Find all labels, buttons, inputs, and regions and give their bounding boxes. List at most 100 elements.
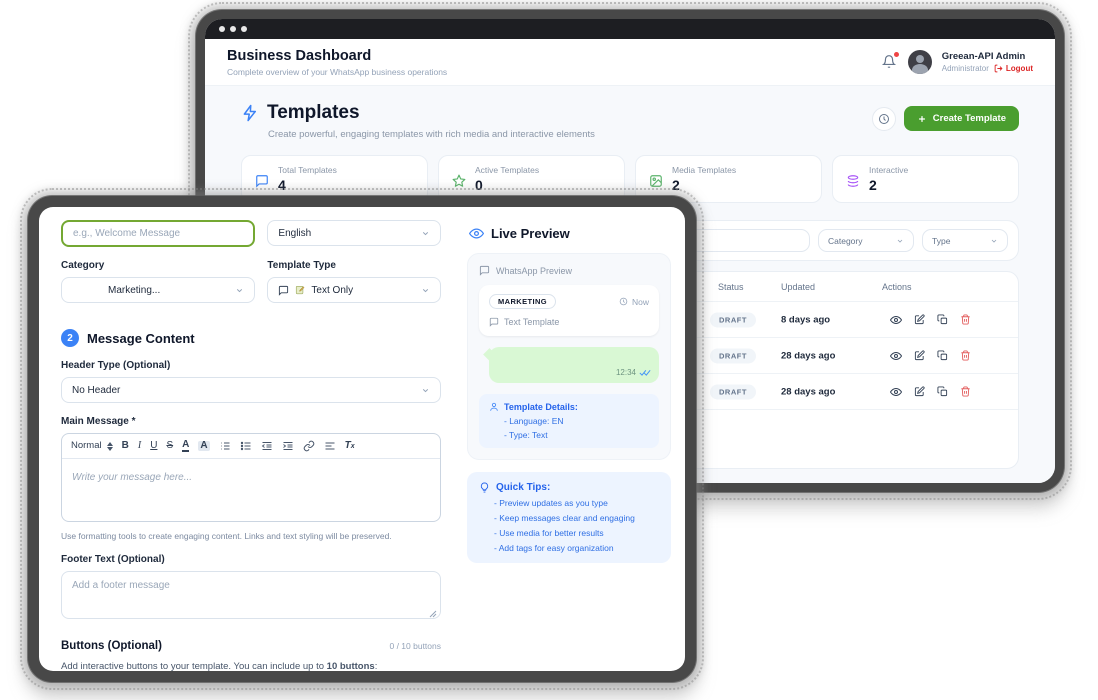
create-template-label: Create Template [933, 113, 1006, 124]
resize-grip-icon[interactable] [429, 610, 437, 618]
page-subtitle: Create powerful, engaging templates with… [268, 129, 595, 140]
chat-icon [479, 265, 490, 276]
quick-tips-card: Quick Tips: - Preview updates as you typ… [467, 472, 671, 563]
view-button[interactable] [890, 350, 902, 362]
template-details-card: Template Details: - Language: EN - Type:… [479, 394, 659, 448]
hint-bold: 10 buttons [327, 661, 375, 671]
footer-text-label: Footer Text (Optional) [61, 554, 441, 565]
format-select[interactable]: Normal [71, 441, 113, 451]
underline-button[interactable]: U [150, 441, 157, 451]
template-meta-card: MARKETING Now Text Template [479, 285, 659, 336]
bold-button[interactable]: B [122, 441, 129, 451]
window-control-dot[interactable] [241, 26, 247, 32]
copy-icon [937, 314, 948, 325]
window-control-dot[interactable] [219, 26, 225, 32]
whatsapp-preview-card: WhatsApp Preview MARKETING Now T [467, 253, 671, 460]
chat-icon [278, 285, 289, 296]
header-type-label: Header Type (Optional) [61, 360, 441, 371]
updated-cell: 8 days ago [781, 314, 830, 325]
delete-button[interactable] [959, 386, 971, 398]
link-button[interactable] [303, 440, 315, 452]
status-badge: DRAFT [710, 384, 756, 399]
window-titlebar [205, 19, 1055, 39]
tip-item: - Use media for better results [494, 528, 659, 538]
create-template-modal: English Category Marketing... Template T… [39, 207, 685, 671]
history-button[interactable] [872, 107, 896, 131]
copy-button[interactable] [936, 386, 948, 398]
message-placeholder: Write your message here... [72, 472, 192, 483]
format-value: Normal [71, 441, 102, 451]
type-filter-select[interactable]: Type [922, 229, 1008, 252]
text-color-button[interactable]: A [182, 440, 189, 452]
template-name-input[interactable] [61, 220, 255, 247]
eye-icon [890, 314, 902, 326]
clear-formatting-button[interactable]: Tx [345, 441, 355, 451]
language-select[interactable]: English [267, 220, 441, 246]
stat-label: Total Templates [278, 165, 337, 175]
col-header-status: Status [718, 282, 744, 292]
language-value: English [278, 228, 415, 239]
trash-icon [960, 350, 971, 361]
stat-label: Interactive [869, 165, 908, 175]
category-filter-select[interactable]: Category [818, 229, 914, 252]
highlight-button[interactable]: A [198, 441, 209, 451]
logout-button[interactable]: Logout [994, 64, 1033, 73]
detail-item: - Language: EN [504, 416, 649, 426]
page-title: Templates [267, 102, 360, 124]
updated-cell: 28 days ago [781, 350, 835, 361]
main-message-label: Main Message * [61, 416, 441, 427]
italic-button[interactable]: I [138, 441, 141, 451]
ordered-list-button[interactable] [219, 440, 231, 452]
copy-button[interactable] [936, 350, 948, 362]
delete-button[interactable] [959, 350, 971, 362]
quick-tips-title: Quick Tips: [496, 482, 550, 493]
rich-text-editor: Normal B I U S A A [61, 433, 441, 522]
footer-text-area[interactable] [61, 571, 441, 619]
detail-item: - Type: Text [504, 430, 649, 440]
lightning-icon [241, 104, 259, 122]
align-button[interactable] [324, 440, 336, 452]
chevron-down-icon [235, 286, 244, 295]
trash-icon [960, 386, 971, 397]
stat-label: Media Templates [672, 165, 736, 175]
copy-button[interactable] [936, 314, 948, 326]
category-select[interactable]: Marketing... [61, 277, 255, 303]
chevron-down-icon [896, 237, 904, 245]
category-value: Marketing... [72, 285, 229, 296]
view-button[interactable] [890, 386, 902, 398]
create-template-button[interactable]: Create Template [904, 106, 1019, 131]
edit-button[interactable] [913, 350, 925, 362]
chat-icon [255, 174, 269, 188]
stat-value: 4 [278, 177, 337, 193]
person-icon [489, 402, 499, 412]
edit-button[interactable] [913, 314, 925, 326]
stat-value: 2 [672, 177, 736, 193]
edit-icon [914, 314, 925, 325]
delete-button[interactable] [959, 314, 971, 326]
outdent-button[interactable] [261, 440, 273, 452]
header-type-select[interactable]: No Header [61, 377, 441, 403]
message-editor-body[interactable]: Write your message here... [62, 459, 440, 521]
user-role: Administrator [942, 64, 989, 73]
bullet-list-button[interactable] [240, 440, 252, 452]
editor-toolbar: Normal B I U S A A [62, 434, 440, 459]
view-button[interactable] [890, 314, 902, 326]
plus-icon [917, 114, 927, 124]
avatar[interactable] [908, 50, 932, 74]
template-type-select[interactable]: Text Only [267, 277, 441, 303]
notification-bell-icon[interactable] [882, 54, 898, 70]
edit-button[interactable] [913, 386, 925, 398]
clear-x: x [351, 443, 355, 450]
notification-badge [894, 52, 899, 57]
tip-item: - Preview updates as you type [494, 498, 659, 508]
col-header-actions: Actions [882, 282, 912, 292]
chevron-down-icon [421, 229, 430, 238]
trash-icon [960, 314, 971, 325]
edit-icon [914, 386, 925, 397]
strikethrough-button[interactable]: S [166, 441, 173, 451]
buttons-section-title: Buttons (Optional) [61, 640, 162, 652]
indent-button[interactable] [282, 440, 294, 452]
logout-icon [994, 64, 1003, 73]
window-control-dot[interactable] [230, 26, 236, 32]
eye-icon [890, 386, 902, 398]
